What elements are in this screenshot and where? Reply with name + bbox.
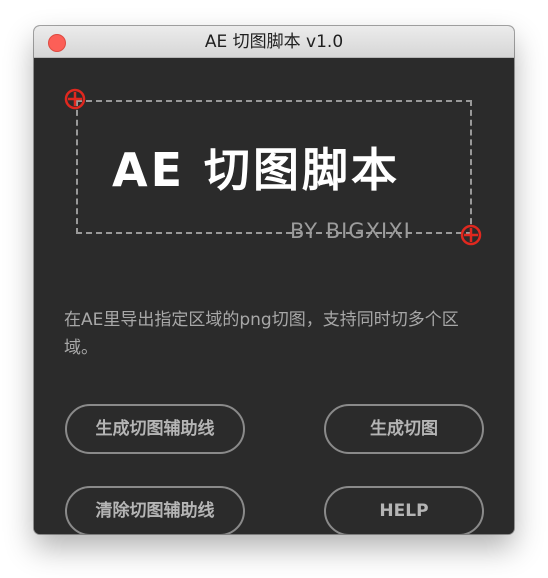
help-button[interactable]: HELP	[324, 486, 484, 534]
logo-title: AE 切图脚本	[112, 143, 401, 197]
clear-guides-button[interactable]: 清除切图辅助线	[65, 486, 245, 534]
script-window: AE 切图脚本 v1.0 AE 切图脚本 BY BIGXIXI 在AE里导出指定…	[34, 26, 514, 534]
crosshair-marker-icon	[64, 88, 86, 110]
generate-slices-button[interactable]: 生成切图	[324, 404, 484, 454]
title-bar[interactable]: AE 切图脚本 v1.0	[34, 26, 514, 58]
panel-content: AE 切图脚本 BY BIGXIXI 在AE里导出指定区域的png切图，支持同时…	[34, 58, 514, 534]
description-text: 在AE里导出指定区域的png切图，支持同时切多个区域。	[64, 310, 459, 358]
logo-byline: BY BIGXIXI	[290, 219, 411, 243]
window-title: AE 切图脚本 v1.0	[204, 32, 344, 52]
crosshair-marker-icon	[460, 224, 482, 246]
generate-guides-button[interactable]: 生成切图辅助线	[65, 404, 245, 454]
